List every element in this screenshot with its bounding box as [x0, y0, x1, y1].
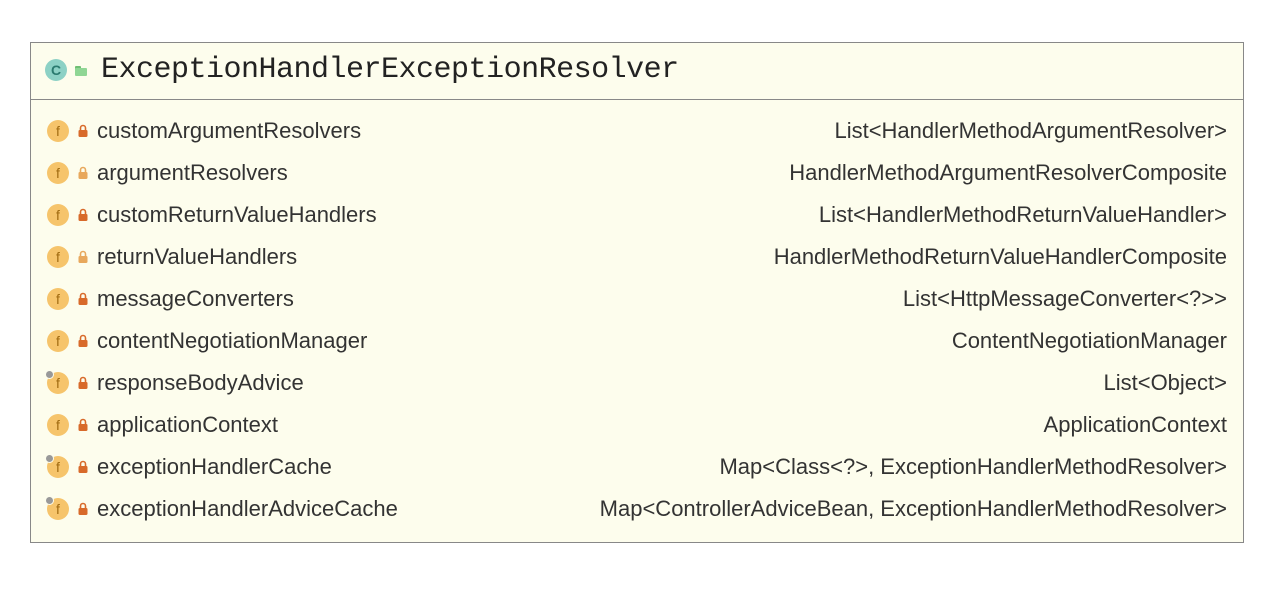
field-icon: f: [47, 204, 69, 226]
field-name: customArgumentResolvers: [97, 118, 361, 144]
field-name: messageConverters: [97, 286, 294, 312]
field-row[interactable]: f argumentResolvers HandlerMethodArgumentR…: [47, 152, 1227, 194]
class-name: ExceptionHandlerExceptionResolver: [101, 53, 679, 87]
lock-icon: [77, 334, 89, 348]
field-row[interactable]: f exceptionHandlerAdviceCache Map<Controll…: [47, 488, 1227, 530]
field-row[interactable]: f returnValueHandlers HandlerMethodReturnV…: [47, 236, 1227, 278]
lock-icon: [77, 418, 89, 432]
field-icon: f: [47, 456, 69, 478]
field-type: List<Object>: [1103, 370, 1227, 396]
field-icon: f: [47, 288, 69, 310]
field-icon: f: [47, 498, 69, 520]
field-name: exceptionHandlerAdviceCache: [97, 496, 398, 522]
field-row[interactable]: f applicationContext ApplicationContext: [47, 404, 1227, 446]
field-icon: f: [47, 120, 69, 142]
field-name: contentNegotiationManager: [97, 328, 367, 354]
field-type: Map<ControllerAdviceBean, ExceptionHandl…: [600, 496, 1227, 522]
lock-icon: [77, 376, 89, 390]
lock-icon: [77, 460, 89, 474]
field-icon: f: [47, 330, 69, 352]
field-row[interactable]: f contentNegotiationManager ContentNegotia…: [47, 320, 1227, 362]
class-header: C ExceptionHandlerExceptionResolver: [31, 43, 1243, 100]
field-row[interactable]: f responseBodyAdvice List<Object>: [47, 362, 1227, 404]
field-row[interactable]: f customArgumentResolvers List<HandlerMeth…: [47, 110, 1227, 152]
field-icon: f: [47, 162, 69, 184]
field-icon: f: [47, 372, 69, 394]
field-name: argumentResolvers: [97, 160, 288, 186]
field-name: customReturnValueHandlers: [97, 202, 377, 228]
fields-list: f customArgumentResolvers List<HandlerMeth…: [31, 100, 1243, 542]
field-name: responseBodyAdvice: [97, 370, 304, 396]
field-name: exceptionHandlerCache: [97, 454, 332, 480]
field-row[interactable]: f messageConverters List<HttpMessageConver…: [47, 278, 1227, 320]
field-icon: f: [47, 414, 69, 436]
lock-icon: [77, 250, 89, 264]
field-type: HandlerMethodArgumentResolverComposite: [789, 160, 1227, 186]
field-type: HandlerMethodReturnValueHandlerComposite: [774, 244, 1227, 270]
field-icon: f: [47, 246, 69, 268]
field-type: Map<Class<?>, ExceptionHandlerMethodReso…: [719, 454, 1227, 480]
field-type: List<HandlerMethodReturnValueHandler>: [819, 202, 1227, 228]
field-row[interactable]: f customReturnValueHandlers List<HandlerMe…: [47, 194, 1227, 236]
lock-icon: [77, 292, 89, 306]
lock-icon: [77, 208, 89, 222]
field-name: applicationContext: [97, 412, 278, 438]
field-type: List<HandlerMethodArgumentResolver>: [834, 118, 1227, 144]
field-type: List<HttpMessageConverter<?>>: [903, 286, 1227, 312]
lock-icon: [77, 124, 89, 138]
lock-icon: [77, 166, 89, 180]
class-icon: C: [45, 59, 67, 81]
package-icon: [75, 64, 89, 76]
field-type: ApplicationContext: [1044, 412, 1227, 438]
field-type: ContentNegotiationManager: [952, 328, 1227, 354]
lock-icon: [77, 502, 89, 516]
field-name: returnValueHandlers: [97, 244, 297, 270]
field-row[interactable]: f exceptionHandlerCache Map<Class<?>, Exce…: [47, 446, 1227, 488]
class-structure-panel: C ExceptionHandlerExceptionResolver f cus…: [30, 42, 1244, 543]
